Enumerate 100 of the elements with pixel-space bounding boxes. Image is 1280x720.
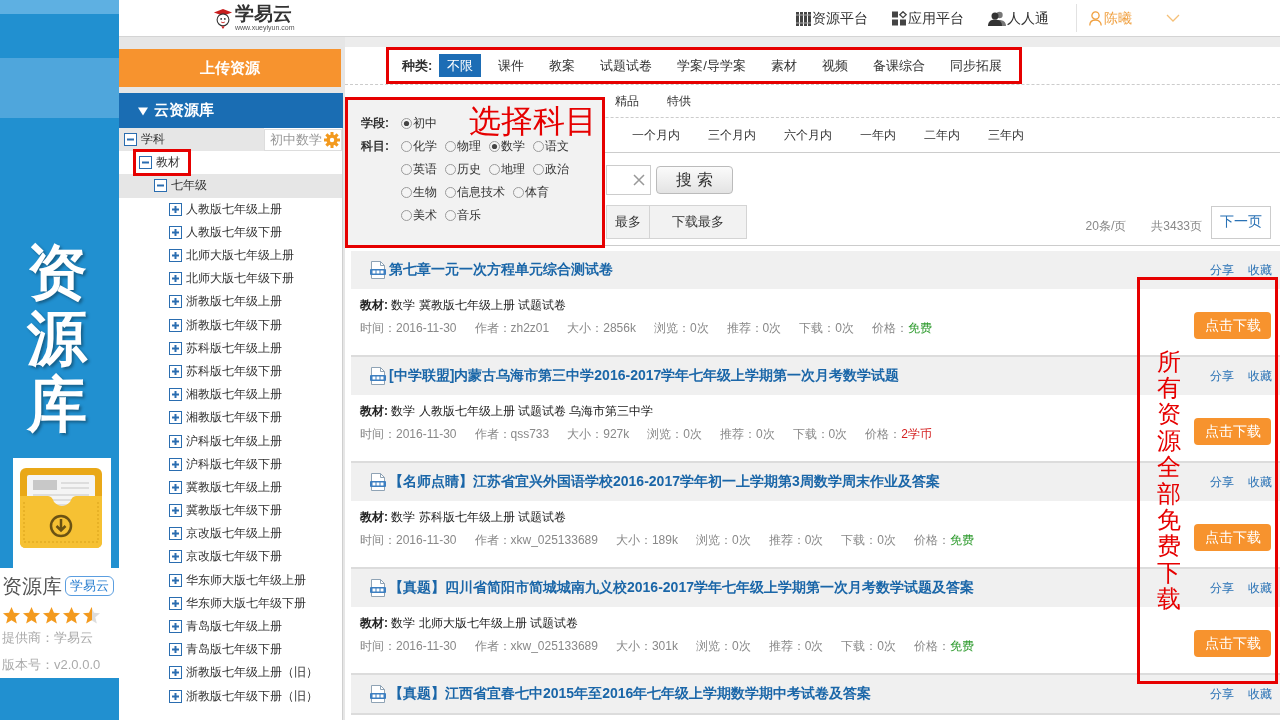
popup-label: 科目: [361, 138, 390, 155]
radio-option[interactable]: 美术 [401, 204, 437, 227]
filter-option[interactable]: 备课综合 [864, 54, 933, 77]
tree-item[interactable]: 人教版七年级下册 [119, 220, 342, 244]
share-link[interactable]: 分享 [1210, 579, 1234, 597]
share-link[interactable]: 分享 [1210, 367, 1234, 385]
tree-item[interactable]: 苏科版七年级下册 [119, 359, 342, 384]
apps-icon [892, 10, 907, 26]
clear-icon[interactable] [633, 174, 645, 186]
share-link[interactable]: 分享 [1210, 261, 1234, 279]
search-button[interactable]: 搜 索 [656, 166, 733, 194]
radio-option[interactable]: 化学 [401, 135, 437, 158]
tree-item[interactable]: 浙教版七年级上册（旧） [119, 661, 342, 685]
radio-option[interactable]: 英语 [401, 158, 437, 181]
tree-item[interactable]: 北师大版七年级上册 [119, 243, 342, 268]
star-icon [2, 606, 21, 625]
radio-option[interactable]: 语文 [533, 135, 569, 158]
resource-title[interactable]: 【名师点睛】江苏省宜兴外国语学校2016-2017学年初一上学期第3周数学周末作业及答案 [389, 473, 940, 491]
sort-tab[interactable]: 下载最多 [650, 205, 747, 239]
version-text: 版本号：v2.0.0.0 [2, 657, 101, 673]
tree-item[interactable]: 浙教版七年级下册（旧） [119, 684, 342, 708]
tree-item[interactable]: 湘教版七年级下册 [119, 406, 342, 430]
tree-item[interactable]: 京改版七年级下册 [119, 545, 342, 569]
resource-tags: 教材: 数学 苏科版七年级上册 试题试卷 [360, 507, 974, 527]
app-badge: 学易云 [65, 576, 114, 596]
radio-option[interactable]: 物理 [445, 135, 481, 158]
radio-option[interactable]: 体育 [513, 181, 549, 204]
tree-item[interactable]: 浙教版七年级上册 [119, 290, 342, 314]
mascot-logo-icon [213, 6, 233, 30]
filter-option[interactable]: 六个月内 [776, 123, 840, 147]
resource-title[interactable]: 【真题】四川省简阳市简城城南九义校2016-2017学年七年级上学期第一次月考数学试题及答案 [389, 579, 974, 597]
radio-option[interactable]: 音乐 [445, 204, 481, 227]
share-link[interactable]: 分享 [1210, 685, 1234, 703]
filter-option[interactable]: 一年内 [852, 123, 904, 147]
filter-option[interactable]: 三个月内 [700, 123, 764, 147]
nav-link[interactable]: 应用平台 [892, 9, 964, 27]
favorite-link[interactable]: 收藏 [1248, 261, 1272, 279]
radio-option[interactable]: 信息技术 [445, 181, 505, 204]
tree-item[interactable]: 苏科版七年级上册 [119, 336, 342, 360]
resource-title[interactable]: 【真题】江西省宜春七中2015年至2016年七年级上学期数学期中考试卷及答案 [389, 685, 872, 703]
search-field[interactable] [606, 165, 651, 195]
filter-option[interactable]: 二年内 [916, 123, 968, 147]
tree-item[interactable]: 青岛版七年级下册 [119, 638, 342, 662]
tree-item[interactable]: 冀教版七年级上册 [119, 475, 342, 499]
tree-item[interactable]: 冀教版七年级下册 [119, 499, 342, 523]
share-link[interactable]: 分享 [1210, 473, 1234, 491]
filter-option[interactable]: 一个月内 [624, 123, 688, 147]
favorite-link[interactable]: 收藏 [1248, 579, 1272, 597]
radio-option[interactable]: 地理 [489, 158, 525, 181]
tree-item[interactable]: 教材 [119, 151, 342, 175]
tree-item[interactable]: 青岛版七年级上册 [119, 614, 342, 639]
meta-text: 时间：2016-11-30 [360, 638, 457, 655]
tree-item[interactable]: 浙教版七年级下册 [119, 313, 342, 337]
document-icon [370, 685, 386, 703]
filter-option[interactable]: 教案 [541, 54, 584, 77]
tree-item[interactable]: 京改版七年级上册 [119, 522, 342, 546]
meta-text: 作者：xkw_025133689 [474, 532, 598, 549]
radio-option[interactable]: 历史 [445, 158, 481, 181]
resource-title[interactable]: [中学联盟]内蒙古乌海市第三中学2016-2017学年七年级上学期第一次月考数学试题 [389, 367, 900, 385]
filter-option[interactable]: 素材 [762, 54, 805, 77]
filter-option[interactable]: 学案/导学案 [669, 54, 754, 77]
tree-item[interactable]: 湘教版七年级上册 [119, 383, 342, 407]
tree-item[interactable]: 人教版七年级上册 [119, 197, 342, 221]
filter-option[interactable]: 视频 [813, 54, 856, 77]
provider-text: 提供商：学易云 [2, 630, 93, 646]
tree-item[interactable]: 北师大版七年级下册 [119, 267, 342, 291]
tree-item[interactable]: 华东师大版七年级上册 [119, 568, 342, 592]
tree-item[interactable]: 学科 [119, 128, 264, 152]
next-page-button[interactable]: 下一页 [1211, 205, 1271, 239]
filter-option[interactable]: 课件 [490, 54, 533, 77]
tree-item[interactable]: 沪科版七年级上册 [119, 429, 342, 453]
filter-option[interactable]: 三年内 [980, 123, 1032, 147]
filter-option[interactable]: 不限 [439, 54, 482, 77]
filter-option[interactable]: 试题试卷 [592, 54, 661, 77]
nav-link[interactable]: 人人通 [988, 9, 1049, 27]
tree-item[interactable]: 七年级 [119, 174, 342, 198]
star-icon [82, 606, 101, 625]
star-icon [22, 606, 41, 625]
favorite-link[interactable]: 收藏 [1248, 473, 1272, 491]
filter-option[interactable]: 特供 [659, 89, 699, 113]
tree-item[interactable]: 华东师大版七年级下册 [119, 591, 342, 615]
radio-option[interactable]: 初中 [401, 112, 437, 135]
radio-option[interactable]: 生物 [401, 181, 437, 204]
section-header[interactable]: 云资源库 [119, 93, 343, 128]
nav-link[interactable]: 资源平台 [796, 9, 868, 27]
resource-title[interactable]: 第七章一元一次方程单元综合测试卷 [389, 261, 613, 279]
meta-text: 大小：927k [567, 426, 630, 443]
books-icon [796, 10, 811, 26]
radio-option[interactable]: 政治 [533, 158, 569, 181]
filter-option[interactable]: 精品 [607, 89, 647, 113]
favorite-link[interactable]: 收藏 [1248, 685, 1272, 703]
gear-icon [324, 132, 340, 148]
favorite-link[interactable]: 收藏 [1248, 367, 1272, 385]
resource-tags: 教材: 数学 北师大版七年级上册 试题试卷 [360, 613, 974, 633]
filter-option[interactable]: 同步拓展 [941, 54, 1010, 77]
star-icon [62, 606, 81, 625]
meta-text: 大小：2856k [567, 320, 636, 337]
chevron-down-icon[interactable] [1166, 14, 1180, 22]
sort-tab[interactable]: 最多 [606, 205, 650, 239]
tree-item[interactable]: 沪科版七年级下册 [119, 452, 342, 476]
